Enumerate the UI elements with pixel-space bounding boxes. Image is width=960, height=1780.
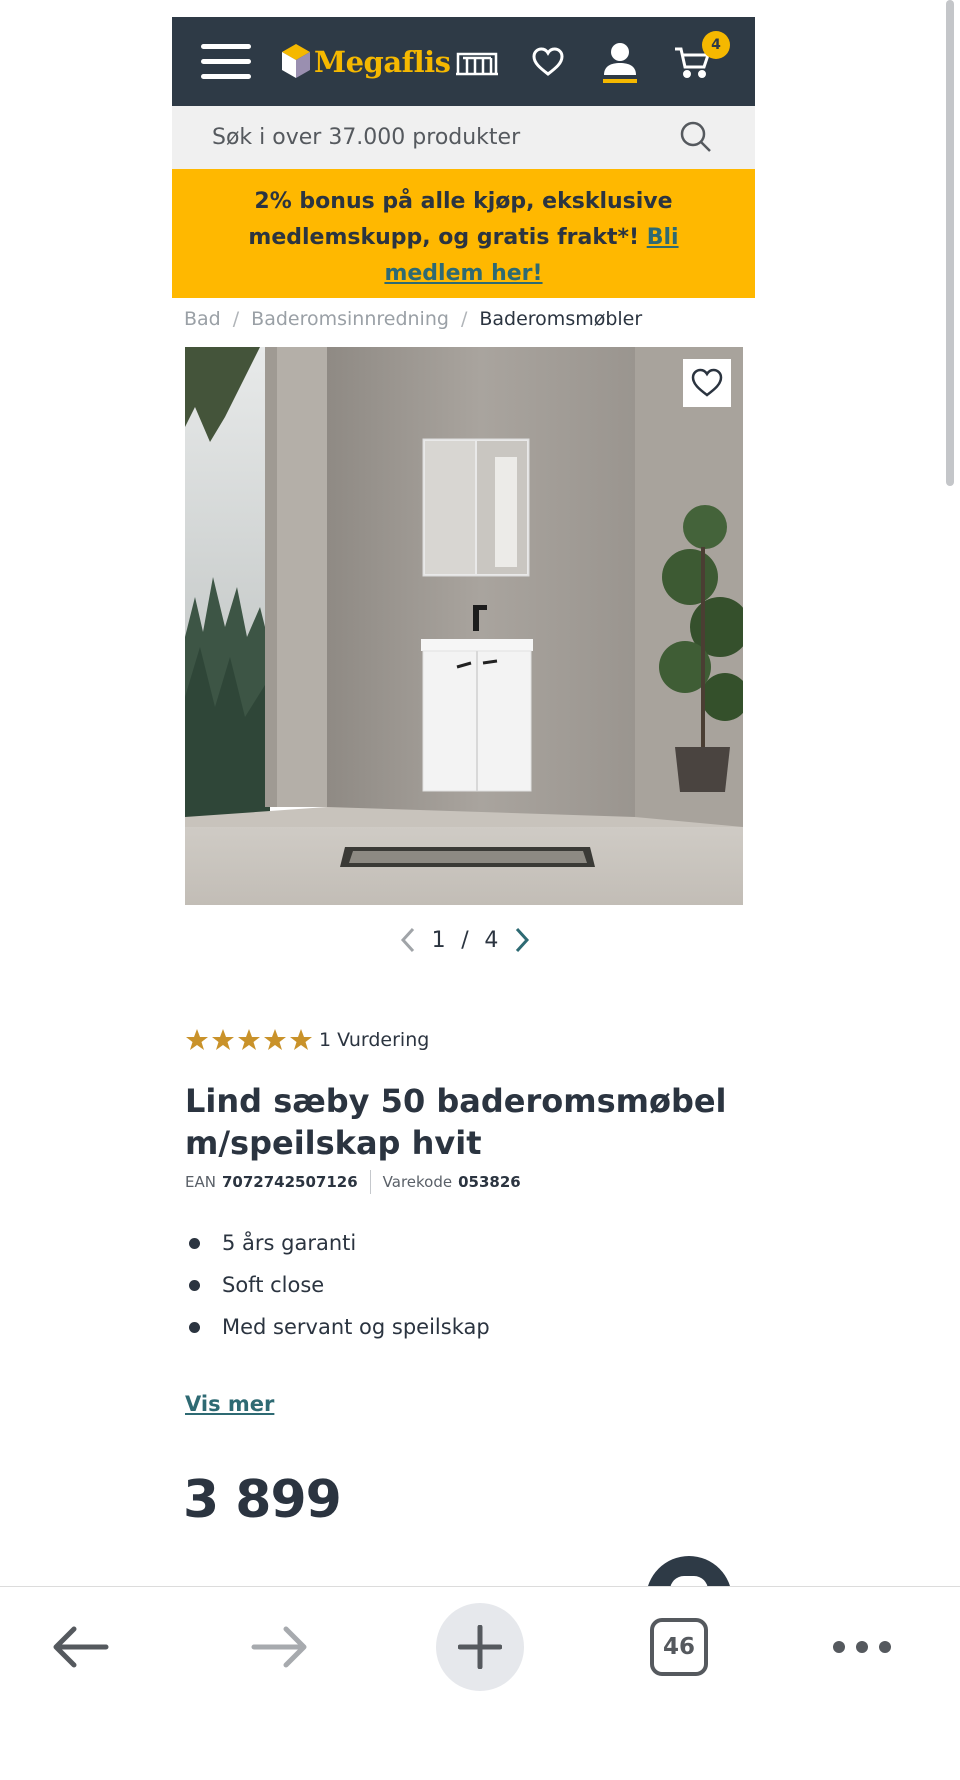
code-label: Varekode — [382, 1173, 453, 1191]
rating-stars — [185, 1028, 313, 1052]
showroom-icon[interactable] — [454, 39, 500, 85]
search-input[interactable] — [172, 106, 692, 169]
star-icon — [186, 1029, 208, 1050]
breadcrumb-current: Baderomsmøbler — [479, 308, 643, 330]
page-scrollbar[interactable] — [946, 0, 954, 486]
feature-text: Soft close — [222, 1273, 325, 1297]
ean-label: EAN — [185, 1173, 216, 1191]
membership-banner: 2% bonus på alle kjøp, eksklusive medlem… — [172, 169, 755, 298]
pager-current: 1 — [431, 927, 446, 953]
browser-toolbar: 46 — [0, 1586, 960, 1780]
pager-total: 4 — [484, 927, 499, 953]
breadcrumb: Bad / Baderomsinnredning / Baderomsmøble… — [184, 308, 642, 330]
breadcrumb-baderomsinnredning[interactable]: Baderomsinnredning — [251, 308, 449, 330]
search-icon[interactable] — [679, 120, 715, 156]
site-logo[interactable]: Megaflis — [280, 39, 451, 85]
bullet-icon — [189, 1237, 200, 1249]
product-rating[interactable]: 1 Vurdering — [185, 1028, 429, 1052]
review-count: 1 Vurdering — [319, 1029, 430, 1051]
codes-divider — [369, 1170, 371, 1194]
feature-text: 5 års garanti — [222, 1231, 357, 1255]
search-bar — [172, 106, 755, 169]
feature-item: Med servant og speilskap — [185, 1306, 490, 1348]
breadcrumb-bad[interactable]: Bad — [184, 308, 221, 330]
site-header: Megaflis 4 — [172, 17, 755, 106]
heart-icon — [691, 368, 723, 397]
user-icon[interactable] — [600, 39, 640, 85]
menu-icon[interactable] — [201, 42, 251, 80]
chevron-right-icon[interactable] — [514, 927, 530, 953]
product-price: 3 899 — [183, 1470, 342, 1530]
product-title: Lind sæby 50 baderomsmøbel m/speilskap h… — [185, 1082, 727, 1162]
promo-text: 2% bonus på alle kjøp, eksklusive medlem… — [248, 189, 673, 250]
chevron-left-icon[interactable] — [400, 927, 416, 953]
code-value: 053826 — [458, 1173, 521, 1191]
add-to-wishlist-button[interactable] — [683, 359, 731, 407]
show-more-link[interactable]: Vis mer — [185, 1392, 274, 1416]
breadcrumb-separator: / — [232, 308, 240, 330]
back-icon[interactable] — [40, 1601, 120, 1693]
star-icon — [238, 1029, 260, 1050]
cart-icon[interactable]: 4 — [672, 31, 730, 85]
logo-text: Megaflis — [314, 45, 451, 79]
new-tab-button[interactable] — [436, 1601, 524, 1693]
product-codes: EAN 7072742507126 Varekode 053826 — [185, 1170, 521, 1194]
image-pager: 1 / 4 — [400, 920, 530, 960]
feature-item: Soft close — [185, 1264, 490, 1306]
breadcrumb-separator: / — [460, 308, 468, 330]
feature-item: 5 års garanti — [185, 1222, 490, 1264]
heart-icon[interactable] — [530, 39, 566, 85]
feature-list: 5 års garanti Soft close Med servant og … — [185, 1222, 490, 1348]
cart-count-badge: 4 — [702, 31, 730, 59]
star-icon — [212, 1029, 234, 1050]
bullet-icon — [189, 1321, 200, 1333]
forward-icon[interactable] — [240, 1601, 320, 1693]
feature-text: Med servant og speilskap — [222, 1315, 490, 1339]
more-icon[interactable] — [830, 1601, 894, 1693]
tabs-button[interactable]: 46 — [650, 1601, 708, 1693]
logo-mark-icon — [282, 44, 310, 78]
pager-separator: / — [461, 927, 469, 953]
star-icon — [290, 1029, 312, 1050]
bullet-icon — [189, 1279, 200, 1291]
new-tab-icon — [436, 1603, 524, 1691]
tabs-icon: 46 — [650, 1618, 708, 1676]
ean-value: 7072742507126 — [221, 1173, 358, 1191]
star-icon — [264, 1029, 286, 1050]
product-image[interactable] — [185, 347, 743, 905]
page: Megaflis 4 Søk i over 37.000 produkter 2… — [0, 0, 960, 1780]
